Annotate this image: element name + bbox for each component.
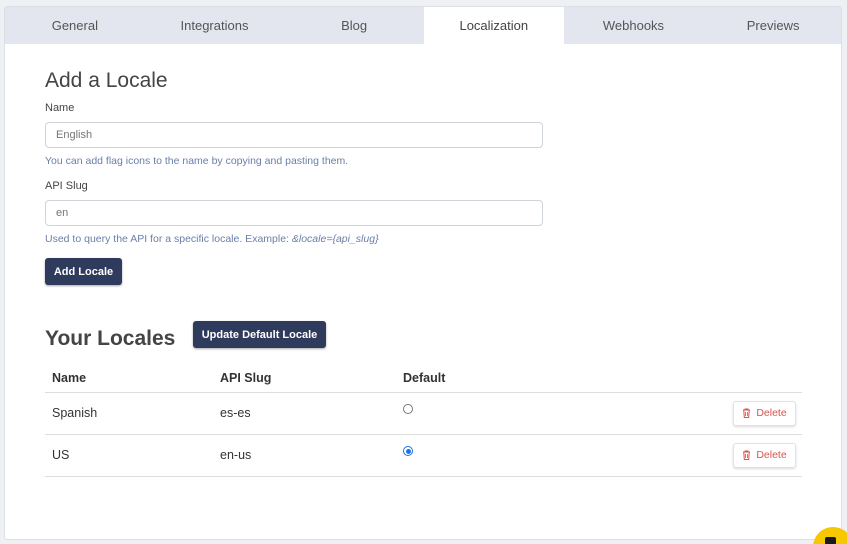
- delete-button[interactable]: Delete: [733, 442, 796, 468]
- slug-input[interactable]: [45, 200, 543, 226]
- actions-cell: Delete: [682, 392, 802, 435]
- delete-label: Delete: [756, 449, 787, 461]
- default-cell: [396, 434, 682, 477]
- name-help-prefix: You can add flag icons to the name by: [45, 155, 226, 167]
- chat-icon: [825, 537, 836, 544]
- column-header-actions: [682, 364, 802, 393]
- name-label: Name: [45, 102, 75, 114]
- locale-name: Spanish: [45, 392, 213, 435]
- tab-general[interactable]: General: [5, 7, 145, 44]
- column-header-name: Name: [45, 364, 213, 393]
- locale-slug: en-us: [213, 434, 396, 477]
- actions-cell: Delete: [682, 434, 802, 477]
- add-locale-button[interactable]: Add Locale: [45, 258, 122, 285]
- locale-slug: es-es: [213, 392, 396, 435]
- settings-tabs: General Integrations Blog Localization W…: [5, 7, 841, 44]
- delete-label: Delete: [756, 407, 787, 419]
- name-input[interactable]: [45, 122, 543, 148]
- settings-panel: General Integrations Blog Localization W…: [4, 6, 842, 540]
- copy-paste-link[interactable]: copying and pasting them.: [226, 155, 349, 167]
- locales-table: Name API Slug Default Spanish es-es Dele…: [45, 364, 802, 477]
- tab-localization[interactable]: Localization: [423, 7, 564, 44]
- tab-integrations[interactable]: Integrations: [145, 7, 285, 44]
- slug-help-example: &locale={api_slug}: [291, 233, 379, 245]
- table-row: US en-us Delete: [45, 434, 802, 477]
- add-locale-heading: Add a Locale: [45, 69, 168, 92]
- trash-icon: [743, 450, 751, 460]
- column-header-default: Default: [396, 364, 682, 393]
- default-radio[interactable]: [403, 404, 413, 414]
- table-header-row: Name API Slug Default: [45, 364, 802, 393]
- trash-icon: [743, 408, 751, 418]
- locale-name: US: [45, 434, 213, 477]
- table-row: Spanish es-es Delete: [45, 392, 802, 435]
- default-radio[interactable]: [403, 446, 413, 456]
- update-default-locale-button[interactable]: Update Default Locale: [193, 321, 326, 348]
- name-help-text: You can add flag icons to the name by co…: [45, 155, 348, 167]
- slug-help-prefix: Used to query the API for a specific loc…: [45, 233, 292, 245]
- slug-label: API Slug: [45, 180, 88, 192]
- your-locales-heading: Your Locales: [45, 327, 176, 350]
- column-header-slug: API Slug: [213, 364, 396, 393]
- tab-previews[interactable]: Previews: [703, 7, 841, 44]
- delete-button[interactable]: Delete: [733, 400, 796, 426]
- default-cell: [396, 392, 682, 435]
- tab-webhooks[interactable]: Webhooks: [564, 7, 704, 44]
- tab-blog[interactable]: Blog: [284, 7, 424, 44]
- slug-help-text: Used to query the API for a specific loc…: [45, 233, 379, 245]
